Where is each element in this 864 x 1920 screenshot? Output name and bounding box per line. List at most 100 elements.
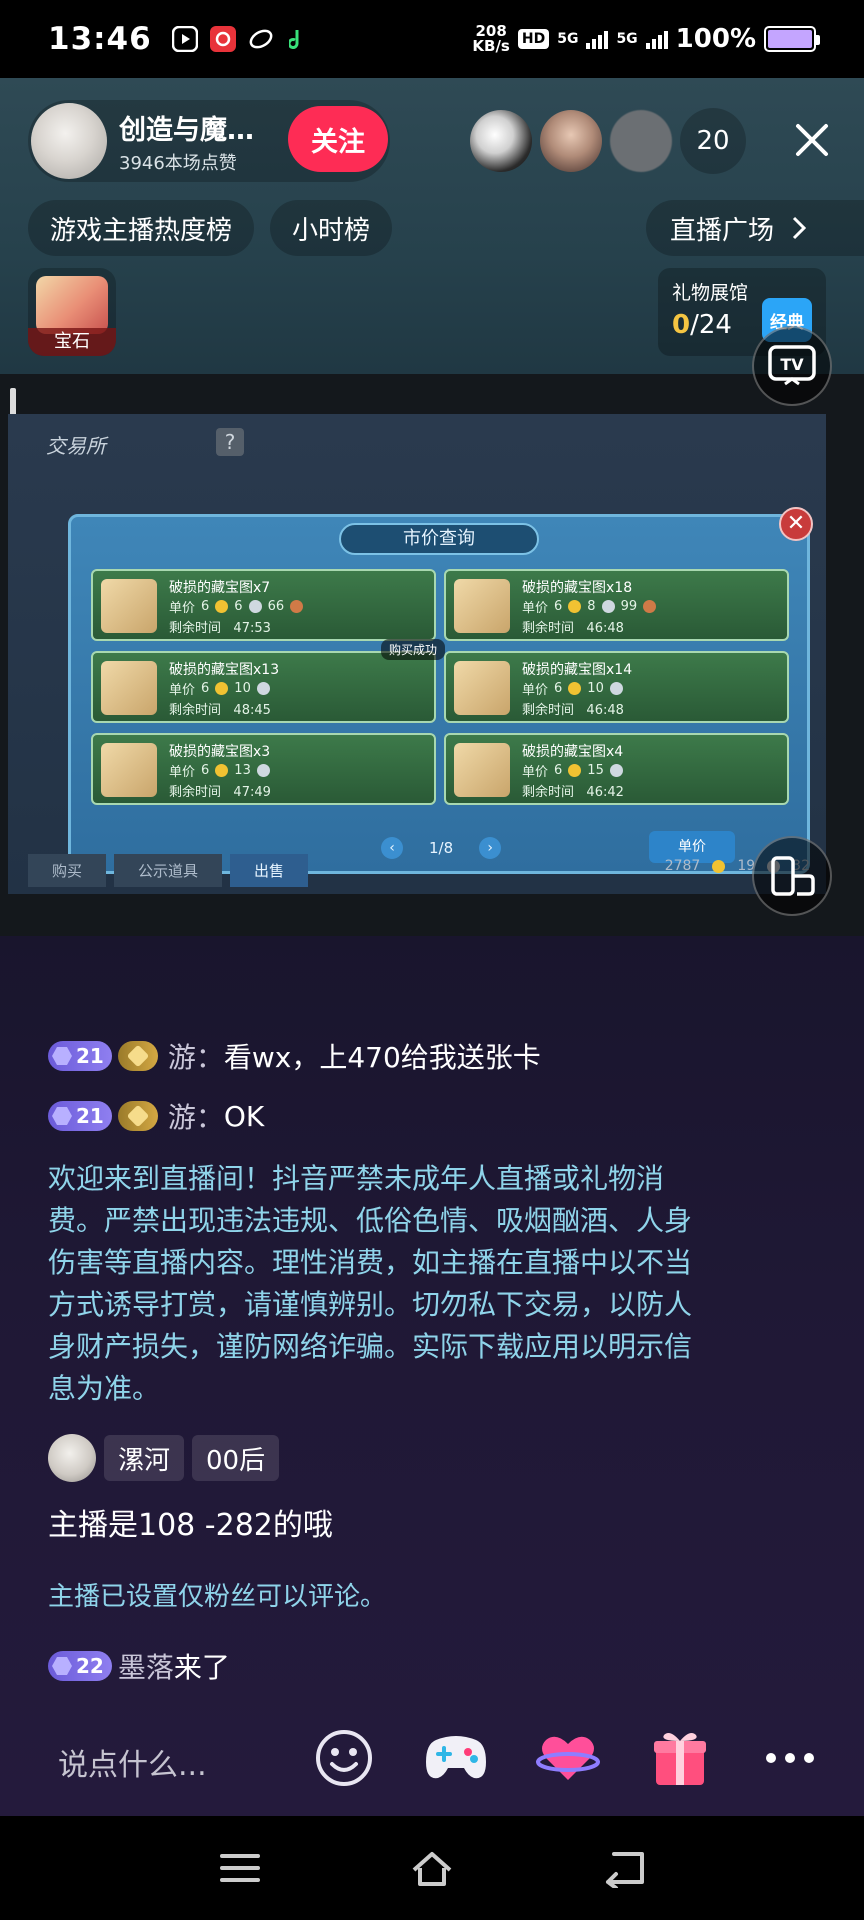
time-value: 46:48 — [586, 621, 624, 636]
exchange-title: 交易所 — [46, 434, 106, 458]
price-label: 单价 — [169, 683, 196, 698]
netease-app-icon — [209, 26, 236, 52]
price-a: 6 — [201, 681, 210, 696]
user-level-badge: 21 — [48, 1101, 112, 1131]
rank-chip-game-hot[interactable]: 游戏主播热度榜 — [28, 200, 255, 256]
gift-hall-total: /24 — [690, 310, 732, 340]
gift-icon — [654, 1733, 706, 1785]
join-username[interactable]: 墨落 — [118, 1646, 174, 1686]
item-card: 破损的藏宝图x14 单价 6 10 剩余时间 46:48 — [444, 651, 789, 723]
time-label: 剩余时间 — [169, 785, 222, 800]
treasure-map-icon — [101, 743, 157, 797]
gift-button[interactable] — [648, 1726, 712, 1790]
chat-area[interactable]: 21 游： 看wx，上470给我送张卡 21 游： OK 欢迎来到直播间！抖音严… — [0, 936, 864, 1816]
heart-button[interactable] — [536, 1726, 600, 1790]
price-b: 10 — [587, 681, 604, 696]
copper-coin-icon — [643, 600, 657, 613]
signal-label-2: 5G — [616, 31, 638, 47]
silver-coin-icon — [256, 764, 270, 777]
close-icon[interactable] — [792, 120, 832, 160]
purchase-success-toast: 购买成功 — [381, 639, 446, 660]
price-a: 6 — [554, 599, 563, 614]
host-likes: 3946本场点赞 — [119, 152, 237, 174]
price-label: 单价 — [169, 765, 196, 780]
game-button[interactable] — [424, 1726, 488, 1790]
item-name: 破损的藏宝图x4 — [522, 744, 624, 760]
treasure-map-icon — [101, 661, 157, 715]
viewer-avatar[interactable] — [610, 110, 672, 172]
gamepad-icon — [426, 1736, 486, 1779]
signal-bars-icon — [645, 29, 668, 49]
exchange-help-icon: ? — [216, 428, 244, 456]
item-time: 剩余时间 46:42 — [522, 781, 624, 800]
input-bar: 说点什么... — [0, 1700, 864, 1816]
item-card: 破损的藏宝图x13 单价 6 10 剩余时间 48:45 — [91, 651, 436, 723]
user-level-badge: 22 — [48, 1651, 112, 1681]
currency-value: 2787 — [664, 858, 701, 874]
live-plaza-button[interactable]: 直播广场 — [646, 200, 864, 256]
chat-username[interactable]: 游： — [168, 1036, 224, 1076]
emoji-button[interactable] — [312, 1726, 376, 1790]
chat-text: 看wx，上470给我送张卡 — [223, 1041, 541, 1074]
price-b: 15 — [587, 763, 604, 778]
level-value: 21 — [76, 1104, 104, 1128]
viewer-avatar[interactable] — [470, 110, 532, 172]
system-notice: 欢迎来到直播间！抖音严禁未成年人直播或礼物消费。严禁出现违法违规、低俗色情、吸烟… — [48, 1162, 693, 1405]
chat-username[interactable]: 游： — [168, 1096, 224, 1136]
price-label: 单价 — [169, 601, 196, 616]
time-label: 剩余时间 — [169, 703, 222, 718]
status-time: 13:46 — [48, 21, 152, 57]
treasure-map-icon — [454, 661, 510, 715]
hd-badge: HD — [517, 29, 550, 49]
item-price: 单价 6 13 — [169, 761, 270, 780]
home-icon[interactable] — [410, 1848, 454, 1888]
fans-only-notice: 主播已设置仅粉丝可以评论。 — [48, 1582, 387, 1612]
tv-icon: TV — [768, 345, 816, 386]
item-card: 破损的藏宝图x3 单价 6 13 剩余时间 47:49 — [91, 733, 436, 805]
price-label: 单价 — [522, 765, 549, 780]
price-c: 66 — [267, 599, 285, 614]
panel-title: 市价查询 — [339, 523, 539, 555]
fan-badge-icon — [117, 1101, 158, 1131]
follow-button[interactable]: 关注 — [288, 106, 388, 172]
back-icon[interactable] — [602, 1848, 646, 1888]
game-stream[interactable]: 交易所 ? 市价查询 ✕ 破损的藏宝图x7 单价 6 6 66 剩余时间 47:53 … — [0, 326, 864, 936]
join-text: 来了 — [173, 1651, 230, 1684]
item-price: 单价 6 8 99 — [522, 597, 657, 616]
item-name: 破损的藏宝图x18 — [522, 580, 633, 596]
level-value: 22 — [76, 1654, 104, 1678]
host-comment: 主播是108 -282的哦 — [48, 1508, 333, 1543]
status-bar: 13:46 208 KB/s HD 5G 5G 100% — [0, 0, 864, 78]
page-indicator: 1/8 — [429, 839, 454, 857]
live-room-header: 创造与魔… 3946本场点赞 关注 20 游戏主播热度榜 小时榜 直播广场 宝石… — [0, 78, 864, 374]
rotate-screen-button[interactable] — [752, 836, 832, 916]
gem-badge[interactable]: 宝石 — [28, 268, 116, 356]
prev-page-icon: ‹ — [381, 837, 403, 859]
item-name: 破损的藏宝图x13 — [169, 662, 280, 678]
viewer-count[interactable]: 20 — [680, 108, 746, 174]
silver-coin-icon — [609, 764, 623, 777]
gift-hall-title: 礼物展馆 — [672, 282, 749, 304]
more-button[interactable] — [758, 1726, 822, 1790]
item-price: 单价 6 15 — [522, 761, 623, 780]
video-app-icon — [171, 26, 198, 52]
gift-hall-current: 0 — [672, 310, 691, 340]
host-avatar[interactable] — [31, 103, 107, 179]
viewer-avatar[interactable] — [540, 110, 602, 172]
link-app-icon — [248, 26, 274, 52]
tv-cast-button[interactable]: TV — [752, 326, 832, 406]
level-value: 21 — [76, 1044, 104, 1068]
silver-coin-icon — [256, 682, 270, 695]
price-a: 6 — [201, 763, 210, 778]
price-a: 6 — [201, 599, 210, 614]
item-name: 破损的藏宝图x3 — [169, 744, 271, 760]
chat-message: 21 游： OK — [48, 1096, 264, 1136]
battery-percent: 100% — [675, 24, 756, 54]
menu-icon[interactable] — [218, 1848, 262, 1888]
user-avatar[interactable] — [48, 1434, 96, 1482]
comment-input[interactable]: 说点什么... — [58, 1740, 207, 1784]
gem-badge-label: 宝石 — [28, 328, 116, 356]
chevron-right-icon — [792, 216, 807, 240]
signal-label-1: 5G — [557, 31, 579, 47]
rank-chip-hourly[interactable]: 小时榜 — [270, 200, 393, 256]
